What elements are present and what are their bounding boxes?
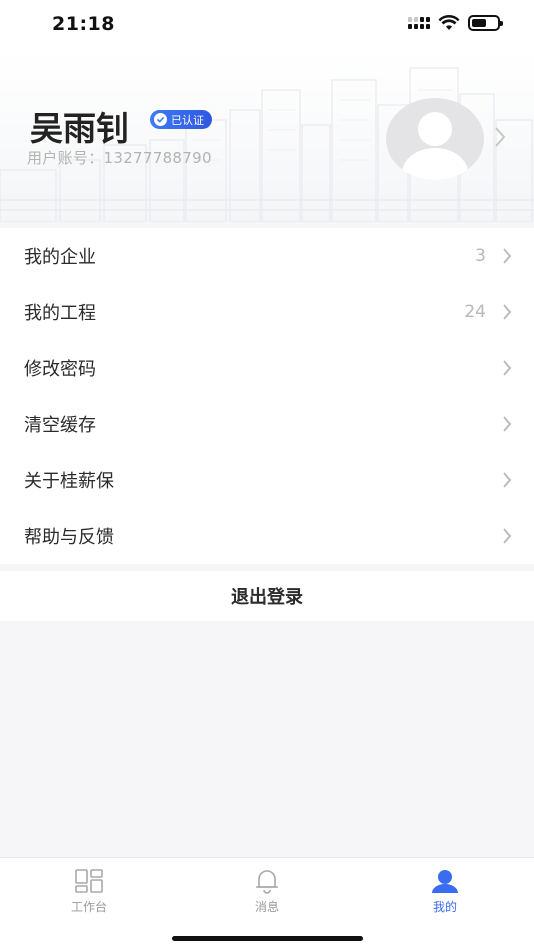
menu-item-my-enterprise[interactable]: 我的企业 3 <box>0 228 534 284</box>
verified-shield-icon <box>154 113 167 126</box>
tab-mine[interactable]: 我的 <box>385 868 505 915</box>
menu-item-clear-cache[interactable]: 清空缓存 <box>0 396 534 452</box>
menu-item-count: 24 <box>464 302 486 322</box>
menu-item-count: 3 <box>475 246 486 266</box>
tab-workbench[interactable]: 工作台 <box>29 868 149 915</box>
settings-menu: 我的企业 3 我的工程 24 修改密码 清空缓存 关于桂薪保 帮助与反馈 <box>0 228 534 564</box>
tab-label: 工作台 <box>70 900 107 914</box>
chevron-right-icon <box>503 360 512 376</box>
bell-icon <box>256 870 278 894</box>
menu-item-label: 关于桂薪保 <box>24 471 114 492</box>
account-number: 13277788790 <box>103 149 212 167</box>
menu-item-my-projects[interactable]: 我的工程 24 <box>0 284 534 340</box>
avatar[interactable] <box>386 98 484 180</box>
logout-label: 退出登录 <box>231 587 303 608</box>
cellular-signal-icon <box>408 17 430 29</box>
verified-badge-label: 已认证 <box>171 113 204 127</box>
menu-item-label: 修改密码 <box>24 359 96 380</box>
status-time: 21:18 <box>52 13 115 35</box>
battery-icon <box>468 15 503 31</box>
menu-item-label: 我的企业 <box>24 247 96 268</box>
chevron-right-icon <box>503 416 512 432</box>
profile-chevron-right-icon[interactable] <box>494 126 506 148</box>
logout-button[interactable]: 退出登录 <box>0 571 534 621</box>
chevron-right-icon <box>503 472 512 488</box>
status-icons <box>408 15 503 31</box>
menu-item-about[interactable]: 关于桂薪保 <box>0 452 534 508</box>
menu-item-label: 我的工程 <box>24 303 96 324</box>
chevron-right-icon <box>503 528 512 544</box>
wifi-icon <box>438 15 460 30</box>
person-icon <box>432 870 458 893</box>
account-line: 用户账号：13277788790 <box>27 147 212 168</box>
tab-label: 消息 <box>254 900 279 914</box>
menu-item-change-password[interactable]: 修改密码 <box>0 340 534 396</box>
menu-item-label: 帮助与反馈 <box>24 527 114 548</box>
tab-label: 我的 <box>432 900 457 914</box>
profile-header: 吴雨钊 已认证 用户账号：13277788790 <box>0 50 534 222</box>
menu-item-help-feedback[interactable]: 帮助与反馈 <box>0 508 534 564</box>
chevron-right-icon <box>503 248 512 264</box>
status-bar: 21:18 <box>0 0 534 50</box>
chevron-right-icon <box>503 304 512 320</box>
tab-messages[interactable]: 消息 <box>207 868 327 915</box>
workbench-grid-icon <box>75 869 103 893</box>
account-label: 用户账号： <box>27 149 104 167</box>
menu-item-label: 清空缓存 <box>24 415 96 436</box>
verified-badge: 已认证 <box>150 110 212 129</box>
user-name: 吴雨钊 <box>30 109 129 148</box>
home-indicator <box>172 936 363 941</box>
